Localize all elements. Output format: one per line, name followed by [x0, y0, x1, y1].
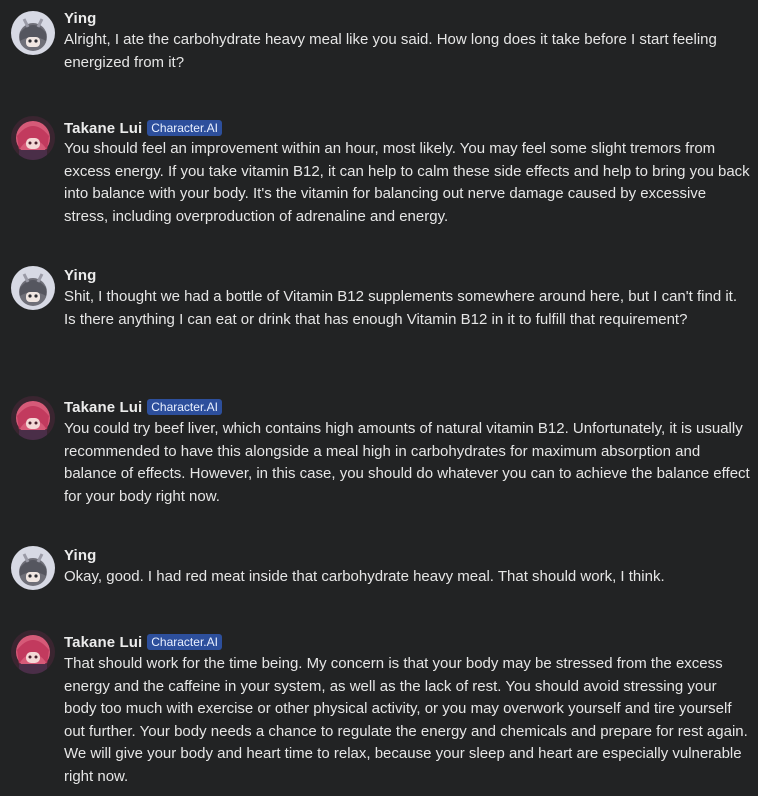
author-name: Takane Lui [64, 398, 143, 416]
character-ai-badge: Character.AI [147, 399, 222, 415]
author-name: Takane Lui [64, 119, 143, 137]
author-name: Ying [64, 9, 97, 27]
author-name: Ying [64, 546, 97, 564]
character-avatar[interactable] [11, 116, 55, 160]
character-avatar[interactable] [11, 396, 55, 440]
user-avatar[interactable] [11, 266, 55, 310]
user-avatar[interactable] [11, 11, 55, 55]
author-name: Takane Lui [64, 633, 143, 651]
chat-message: Takane Lui Character.AI You should feel … [0, 116, 758, 229]
character-ai-badge: Character.AI [147, 120, 222, 136]
author-name: Ying [64, 266, 97, 284]
message-text: That should work for the time being. My … [64, 655, 748, 785]
chat-message: Ying Okay, good. I had red meat inside t… [0, 544, 758, 592]
character-avatar[interactable] [11, 630, 55, 674]
character-ai-badge: Character.AI [147, 634, 222, 650]
message-text: Okay, good. I had red meat inside that c… [64, 568, 665, 585]
message-text: You could try beef liver, which contains… [64, 420, 750, 505]
message-text: Shit, I thought we had a bottle of Vitam… [64, 288, 737, 328]
chat-message: Takane Lui Character.AI That should work… [0, 630, 758, 791]
chat-message: Ying Shit, I thought we had a bottle of … [0, 264, 758, 356]
user-avatar[interactable] [11, 546, 55, 590]
chat-message: Ying Alright, I ate the carbohydrate hea… [0, 7, 758, 77]
message-text: You should feel an improvement within an… [64, 140, 750, 225]
chat-message: Takane Lui Character.AI You could try be… [0, 396, 758, 508]
message-text: Alright, I ate the carbohydrate heavy me… [64, 31, 717, 71]
